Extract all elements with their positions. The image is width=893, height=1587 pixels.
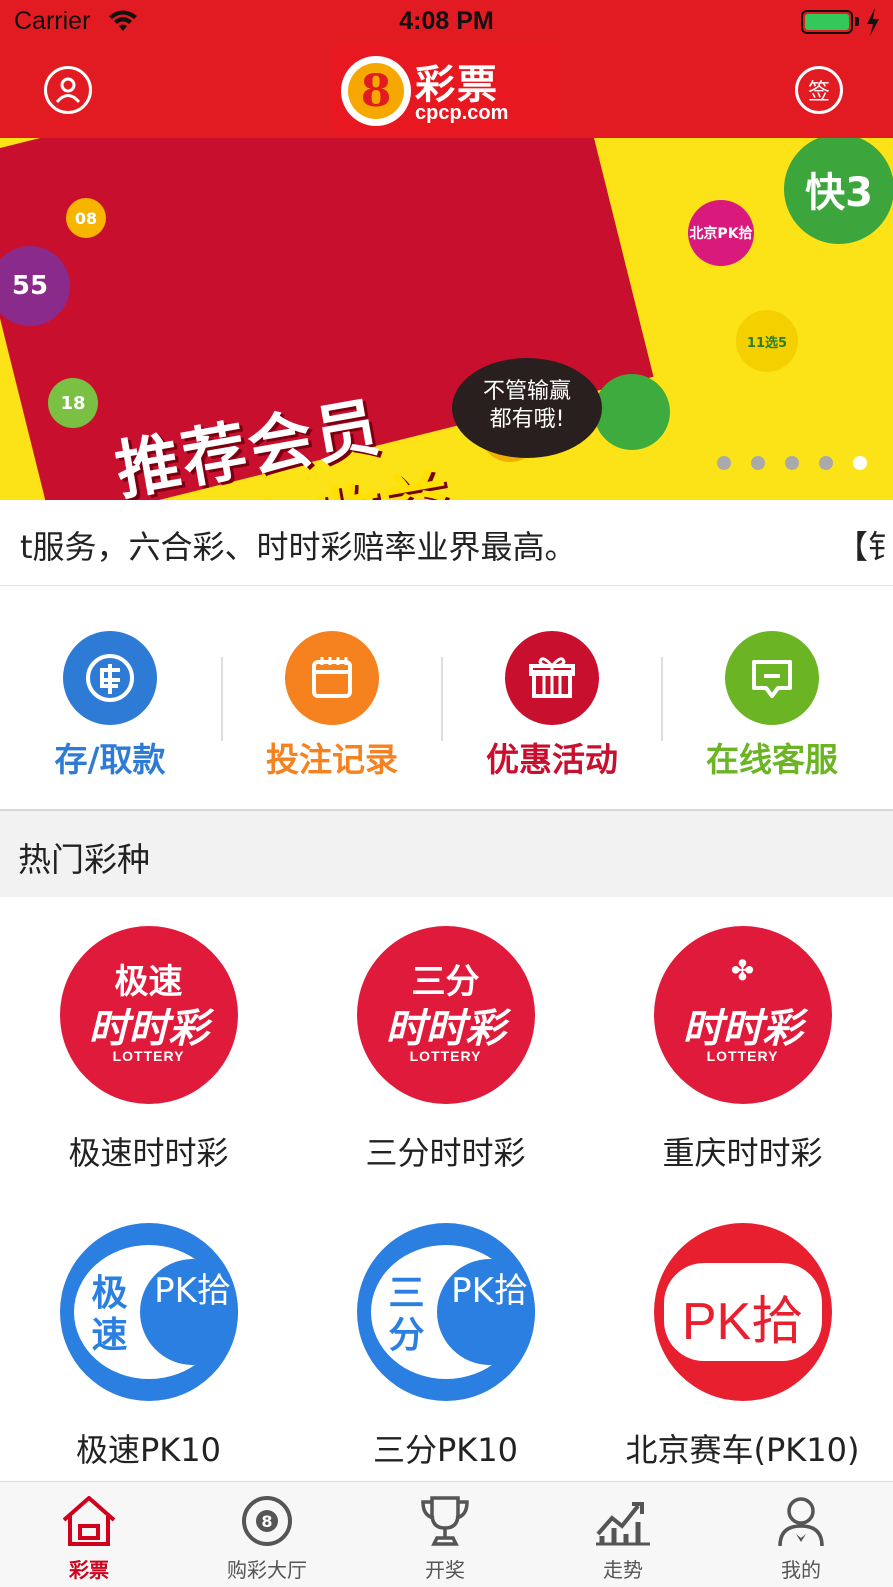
- chongqing-ssc-logo: ✤ 时时彩 LOTTERY: [653, 926, 832, 1104]
- badge-script-text: 时时彩: [385, 1006, 506, 1052]
- lottery-name: 三分时时彩: [365, 1134, 526, 1172]
- lottery-item-sanfen-pk10[interactable]: 三分 PK拾 三分PK10: [297, 1223, 594, 1471]
- badge-sub-text: LOTTERY: [409, 1048, 482, 1064]
- badge-sub-text: LOTTERY: [706, 1048, 779, 1064]
- jisu-pk10-logo: 极速 PK拾: [59, 1223, 238, 1401]
- bubble-line-1: 不管输赢: [482, 379, 571, 404]
- divider: [441, 657, 443, 741]
- status-time: 4:08 PM: [399, 7, 494, 35]
- banner-ball-green: [594, 374, 670, 450]
- sanfen-pk10-logo: 三分 PK拾: [356, 1223, 535, 1401]
- promo-banner[interactable]: 55 08 18 北京PK拾 11选5 快3 $ 不管输赢 都有哦! 推荐会员 …: [0, 138, 893, 500]
- banner-ball-k3: 快3: [784, 138, 893, 244]
- chat-icon: [725, 631, 819, 725]
- sign-label: 签: [807, 80, 830, 105]
- banner-ball-pk: 北京PK拾: [688, 200, 754, 266]
- promotions-button[interactable]: 优惠活动: [462, 631, 642, 781]
- trend-chart-icon: [593, 1492, 653, 1550]
- lottery-item-jisu-ssc[interactable]: 极速 时时彩 LOTTERY 极速时时彩: [0, 926, 297, 1174]
- cp-mark-icon: ✤: [730, 954, 755, 987]
- badge-left-text: 三分: [388, 1273, 425, 1356]
- divider: [221, 657, 223, 741]
- bet-records-label: 投注记录: [266, 740, 398, 779]
- lottery-item-chongqing-ssc[interactable]: ✤ 时时彩 LOTTERY 重庆时时彩: [594, 926, 891, 1174]
- tab-label: 走势: [603, 1558, 643, 1582]
- lottery-name: 北京赛车(PK10): [625, 1431, 860, 1469]
- badge-left-text: 极速: [91, 1273, 128, 1356]
- deposit-withdraw-button[interactable]: 存/取款: [20, 631, 200, 781]
- marquee-next-text: 【钅: [836, 528, 893, 566]
- jisu-ssc-logo: 极速 时时彩 LOTTERY: [59, 926, 238, 1104]
- banner-pagination: [717, 456, 867, 470]
- app-header: 8 彩票 cpcp.com 签: [0, 44, 893, 138]
- app-logo: 8 彩票 cpcp.com: [333, 44, 559, 136]
- tab-lottery[interactable]: 彩票: [0, 1492, 178, 1583]
- eight-ball-icon: 8: [237, 1492, 297, 1550]
- lottery-item-beijing-pk10[interactable]: PK拾 北京赛车(PK10): [594, 1223, 891, 1471]
- badge-sub-text: LOTTERY: [112, 1048, 185, 1064]
- user-icon: [55, 77, 81, 104]
- online-support-label: 在线客服: [706, 740, 838, 779]
- marquee-text: t服务，六合彩、时时彩赔率业界最高。: [20, 528, 577, 566]
- lottery-name: 三分PK10: [372, 1431, 518, 1469]
- divider: [661, 657, 663, 741]
- tab-label: 开奖: [425, 1558, 465, 1582]
- tab-label: 彩票: [69, 1558, 109, 1582]
- trophy-icon: [415, 1492, 475, 1550]
- banner-ball-08: 08: [66, 198, 106, 238]
- quick-actions: 存/取款 投注记录 优惠活动 在线客服: [0, 587, 893, 811]
- badge-script-text: 时时彩: [88, 1006, 209, 1052]
- tab-purchase-hall[interactable]: 8 购彩大厅: [178, 1492, 356, 1583]
- bet-records-button[interactable]: 投注记录: [242, 631, 422, 781]
- online-support-button[interactable]: 在线客服: [682, 631, 862, 781]
- hot-lotteries-header: 热门彩种: [0, 811, 893, 897]
- banner-dot-4[interactable]: [819, 456, 833, 470]
- banner-dot-5[interactable]: [853, 456, 867, 470]
- tab-label: 购彩大厅: [227, 1558, 307, 1582]
- user-profile-button[interactable]: [44, 66, 92, 114]
- badge-text: PK拾: [681, 1293, 804, 1351]
- calendar-icon: [285, 631, 379, 725]
- bubble-line-2: 都有哦!: [489, 407, 565, 432]
- lottery-item-sanfen-ssc[interactable]: 三分 时时彩 LOTTERY 三分时时彩: [297, 926, 594, 1174]
- wallet-icon: [63, 631, 157, 725]
- banner-dot-3[interactable]: [785, 456, 799, 470]
- tab-results[interactable]: 开奖: [356, 1492, 534, 1583]
- status-bar: Carrier 4:08 PM: [0, 0, 893, 44]
- promotions-label: 优惠活动: [486, 740, 618, 779]
- tab-label: 我的: [781, 1558, 821, 1582]
- sanfen-ssc-logo: 三分 时时彩 LOTTERY: [356, 926, 535, 1104]
- gift-icon: [505, 631, 599, 725]
- battery-icon: [801, 10, 853, 34]
- tab-trends[interactable]: 走势: [534, 1492, 712, 1583]
- banner-dot-1[interactable]: [717, 456, 731, 470]
- logo-url: cpcp.com: [415, 102, 509, 124]
- banner-dot-2[interactable]: [751, 456, 765, 470]
- announcement-marquee[interactable]: t服务，六合彩、时时彩赔率业界最高。 【钅: [0, 500, 893, 586]
- badge-script-text: 时时彩: [682, 1006, 803, 1052]
- charging-bolt-icon: [867, 8, 879, 36]
- badge-right-text: PK拾: [139, 1259, 238, 1365]
- beijing-pk10-logo: PK拾: [653, 1223, 832, 1401]
- logo-badge: 8: [341, 56, 411, 126]
- badge-right-text: PK拾: [436, 1259, 535, 1365]
- banner-speech-bubble: 不管输赢 都有哦!: [452, 358, 602, 458]
- svg-text:8: 8: [261, 1512, 272, 1531]
- logo-digit: 8: [348, 63, 404, 119]
- lottery-name: 极速时时彩: [68, 1134, 229, 1172]
- battery-cap: [855, 17, 859, 26]
- lottery-item-jisu-pk10[interactable]: 极速 PK拾 极速PK10: [0, 1223, 297, 1471]
- home-icon: [59, 1492, 119, 1550]
- lottery-name: 重庆时时彩: [662, 1134, 823, 1172]
- banner-ball-11x5: 11选5: [736, 310, 798, 372]
- sign-in-button[interactable]: 签: [795, 66, 843, 114]
- banner-ball-18: 18: [48, 378, 98, 428]
- section-title: 热门彩种: [18, 840, 150, 879]
- deposit-withdraw-label: 存/取款: [54, 740, 166, 779]
- person-icon: [771, 1492, 831, 1550]
- bottom-tab-bar: 彩票 8 购彩大厅 开奖 走势 我的: [0, 1481, 893, 1587]
- tab-mine[interactable]: 我的: [712, 1492, 890, 1583]
- lottery-name: 极速PK10: [75, 1431, 221, 1469]
